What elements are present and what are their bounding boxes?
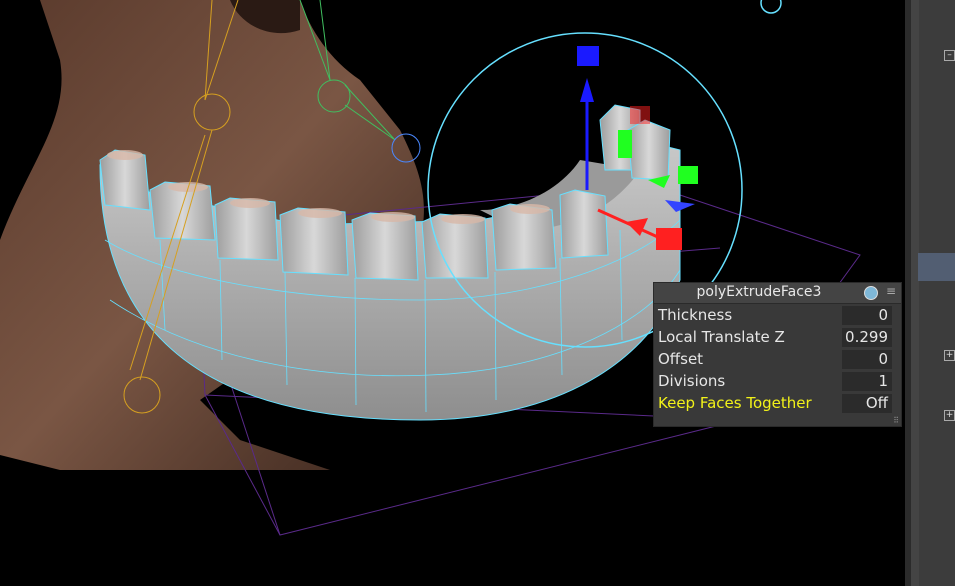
side-panel	[905, 0, 955, 586]
attr-row-divisions: Divisions 1	[654, 371, 901, 393]
panel-divider[interactable]	[905, 0, 911, 586]
plus-icon[interactable]: +	[944, 410, 955, 421]
selected-row[interactable]	[918, 253, 955, 281]
attr-row-thickness: Thickness 0	[654, 305, 901, 327]
panel-body	[919, 0, 955, 586]
attr-value-field[interactable]: 0	[842, 350, 892, 369]
menu-icon[interactable]: ≡	[886, 284, 896, 298]
attr-value-field[interactable]: 1	[842, 372, 892, 391]
attr-value-field[interactable]: 0.299	[842, 328, 892, 347]
editor-header: polyExtrudeFace3 ≡	[654, 283, 901, 304]
resize-grip-icon[interactable]: ⠿	[893, 416, 899, 425]
attr-value-toggle[interactable]: Off	[842, 394, 892, 413]
attr-label: Divisions	[658, 372, 726, 390]
attr-value-field[interactable]: 0	[842, 306, 892, 325]
attr-label: Local Translate Z	[658, 328, 785, 346]
plus-icon[interactable]: –	[944, 50, 955, 61]
plus-icon[interactable]: +	[944, 350, 955, 361]
attr-label: Offset	[658, 350, 704, 368]
attr-label: Thickness	[658, 306, 733, 324]
extrude-node-icon[interactable]	[864, 286, 878, 300]
camera-target-icon	[760, 0, 782, 14]
attr-row-local-translate-z: Local Translate Z 0.299	[654, 327, 901, 349]
attr-row-offset: Offset 0	[654, 349, 901, 371]
node-name: polyExtrudeFace3	[696, 284, 822, 300]
attr-row-keep-faces-together: Keep Faces Together Off	[654, 393, 901, 415]
attr-label: Keep Faces Together	[658, 394, 812, 412]
in-view-editor: polyExtrudeFace3 ≡ Thickness 0 Local Tra…	[653, 282, 902, 427]
